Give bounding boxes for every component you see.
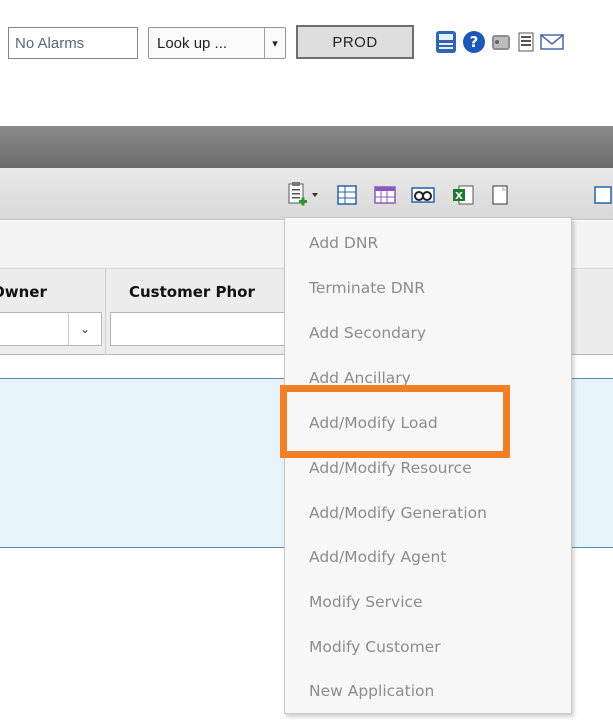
calculator-icon[interactable] <box>433 29 459 55</box>
column-divider <box>105 269 106 355</box>
svg-text:X: X <box>455 191 463 202</box>
add-clipboard-icon[interactable] <box>285 181 325 209</box>
menu-item-terminate-dnr[interactable]: Terminate DNR <box>309 279 425 297</box>
owner-filter-select[interactable]: ⌄ <box>0 312 102 346</box>
menu-item-modify-customer[interactable]: Modify Customer <box>309 638 441 656</box>
refresh-icon[interactable] <box>590 181 613 209</box>
alarms-button[interactable]: No Alarms <box>8 27 138 59</box>
menu-item-modify-service[interactable]: Modify Service <box>309 593 423 611</box>
column-header-owner[interactable]: Owner <box>0 283 47 301</box>
panel-header <box>0 126 613 168</box>
chevron-down-icon[interactable]: ▾ <box>264 28 285 58</box>
document-icon[interactable] <box>515 29 537 55</box>
environment-label: PROD <box>332 33 378 51</box>
page-icon[interactable] <box>487 181 513 209</box>
column-header-customer-phone[interactable]: Customer Phor <box>129 283 289 301</box>
chevron-down-icon[interactable]: ⌄ <box>68 313 101 345</box>
excel-icon[interactable]: X <box>449 181 477 209</box>
help-icon[interactable]: ? <box>461 29 487 55</box>
columns-icon[interactable] <box>334 181 360 209</box>
highlight-annotation <box>280 385 510 458</box>
menu-item-add-modify-agent[interactable]: Add/Modify Agent <box>309 548 446 566</box>
menu-item-add-modify-resource[interactable]: Add/Modify Resource <box>309 459 472 477</box>
svg-text:?: ? <box>470 33 479 51</box>
menu-item-add-secondary[interactable]: Add Secondary <box>309 324 426 342</box>
customer-phone-filter-input[interactable] <box>110 312 290 346</box>
menu-item-add-modify-generation[interactable]: Add/Modify Generation <box>309 504 487 522</box>
table-icon[interactable] <box>372 181 398 209</box>
mail-icon[interactable] <box>539 29 565 55</box>
add-actions-menu: Add DNR Terminate DNR Add Secondary Add … <box>284 217 572 714</box>
alarms-label: No Alarms <box>15 34 85 52</box>
lookup-label: Look up ... <box>157 34 228 52</box>
menu-item-add-dnr[interactable]: Add DNR <box>309 234 378 252</box>
environment-button[interactable]: PROD <box>296 25 414 59</box>
menu-item-new-application[interactable]: New Application <box>309 682 434 700</box>
notes-icon[interactable] <box>489 29 513 55</box>
lookup-dropdown[interactable]: Look up ... ▾ <box>148 27 286 59</box>
binoculars-icon[interactable] <box>409 181 437 209</box>
